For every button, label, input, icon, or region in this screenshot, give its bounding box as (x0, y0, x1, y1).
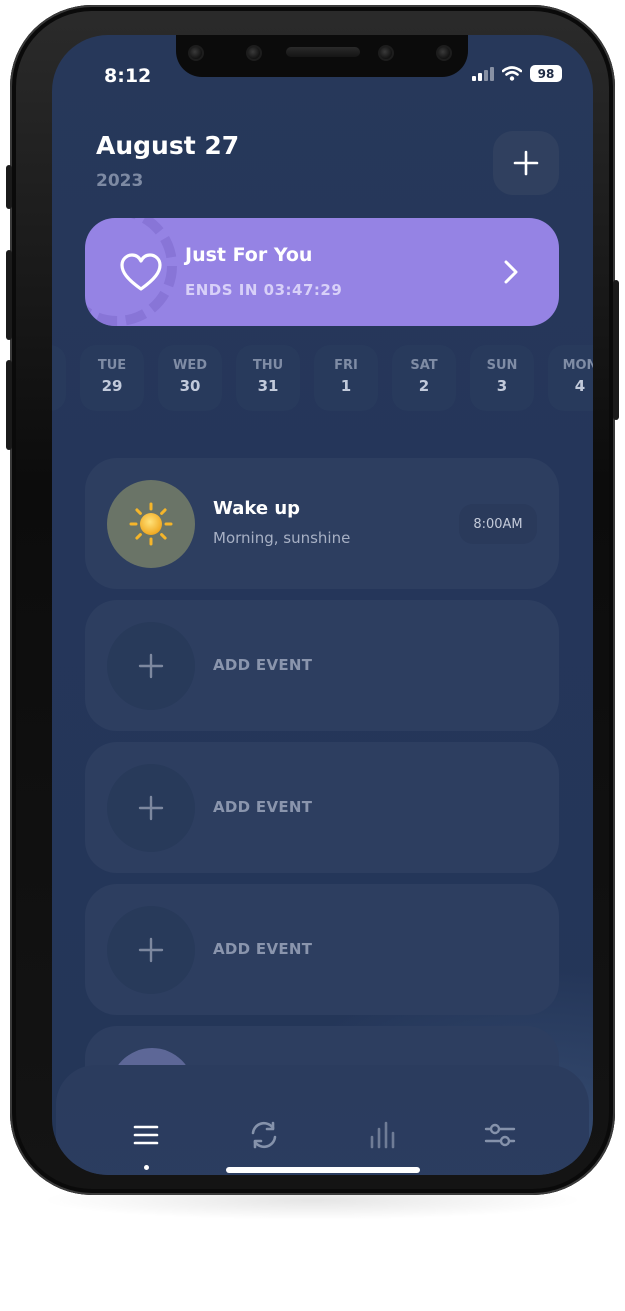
mute-switch (6, 165, 12, 209)
day-number: 4 (574, 377, 586, 395)
add-event-label: ADD EVENT (213, 940, 313, 958)
event-icon-circle (107, 480, 195, 568)
tab-list[interactable] (116, 1105, 176, 1165)
day-number: 30 (179, 377, 201, 395)
add-button[interactable] (493, 131, 559, 195)
day-name: WED (172, 358, 207, 373)
plus-icon (138, 795, 164, 821)
heart-icon (120, 253, 162, 291)
earpiece-speaker (286, 47, 360, 57)
add-event-card[interactable]: ADD EVENT (85, 742, 559, 873)
cellular-signal-icon (472, 66, 494, 81)
promo-countdown: ENDS IN 03:47:29 (185, 281, 343, 299)
year-label: 2023 (96, 171, 144, 191)
event-time-badge: 8:00AM (459, 504, 537, 544)
event-subtitle: Morning, sunshine (213, 529, 351, 547)
day-sun[interactable]: SUN 3 (470, 345, 534, 411)
tab-bar (56, 1065, 589, 1175)
active-tab-indicator (144, 1165, 149, 1170)
sensor-icon (188, 45, 204, 61)
day-fri[interactable]: FRI 1 (314, 345, 378, 411)
chevron-right-icon (504, 260, 518, 284)
promo-banner[interactable]: Just For You ENDS IN 03:47:29 (85, 218, 559, 326)
day-name: SAT (410, 358, 438, 373)
phone-frame: 8:12 98 August 27 2023 Just For You ENDS… (6, 5, 619, 1195)
volume-down-button (6, 360, 12, 450)
tab-sync[interactable] (234, 1105, 294, 1165)
add-event-icon-circle (107, 622, 195, 710)
add-event-card[interactable]: ADD EVENT (85, 884, 559, 1015)
tab-stats[interactable] (352, 1105, 412, 1165)
list-icon (133, 1125, 159, 1145)
add-event-icon-circle (107, 764, 195, 852)
day-number: 2 (418, 377, 430, 395)
status-icons: 98 (472, 65, 562, 82)
day-tue[interactable]: TUE 29 (80, 345, 144, 411)
volume-up-button (6, 250, 12, 340)
day-name: SUN (486, 358, 518, 373)
day-thu[interactable]: THU 31 (236, 345, 300, 411)
battery-icon: 98 (530, 65, 562, 82)
day-number: 29 (101, 377, 123, 395)
day-sat[interactable]: SAT 2 (392, 345, 456, 411)
day-name: FRI (334, 358, 358, 373)
stats-icon (370, 1121, 395, 1149)
day-number: 31 (257, 377, 279, 395)
sync-icon (251, 1121, 277, 1149)
day-name: MON (562, 358, 593, 373)
day-number: 3 (496, 377, 508, 395)
power-button (613, 280, 619, 420)
home-indicator[interactable] (226, 1167, 420, 1173)
day-name: THU (252, 358, 284, 373)
app-screen: 8:12 98 August 27 2023 Just For You ENDS… (52, 35, 593, 1175)
day-partial[interactable] (52, 345, 66, 411)
plus-icon (513, 150, 539, 176)
event-title: Wake up (213, 498, 301, 519)
status-time: 8:12 (104, 65, 152, 87)
wifi-icon (502, 66, 522, 81)
add-event-card[interactable]: ADD EVENT (85, 600, 559, 731)
tab-settings[interactable] (470, 1105, 530, 1165)
add-event-label: ADD EVENT (213, 656, 313, 674)
day-name: TUE (97, 358, 127, 373)
day-mon[interactable]: MON 4 (548, 345, 593, 411)
notch (176, 35, 468, 77)
proximity-sensor-icon (246, 45, 262, 61)
sun-icon (129, 502, 173, 546)
event-card-wake-up[interactable]: Wake up Morning, sunshine 8:00AM (85, 458, 559, 589)
page-title: August 27 (96, 131, 240, 160)
settings-sliders-icon (484, 1123, 516, 1147)
plus-icon (138, 653, 164, 679)
plus-icon (138, 937, 164, 963)
promo-title: Just For You (185, 244, 313, 266)
add-event-icon-circle (107, 906, 195, 994)
week-strip: TUE 29 WED 30 THU 31 FRI 1 SAT 2 SUN 3 M… (52, 345, 593, 415)
add-event-label: ADD EVENT (213, 798, 313, 816)
day-wed[interactable]: WED 30 (158, 345, 222, 411)
dot-projector-icon (436, 45, 452, 61)
day-number: 1 (340, 377, 352, 395)
front-camera-icon (378, 45, 394, 61)
